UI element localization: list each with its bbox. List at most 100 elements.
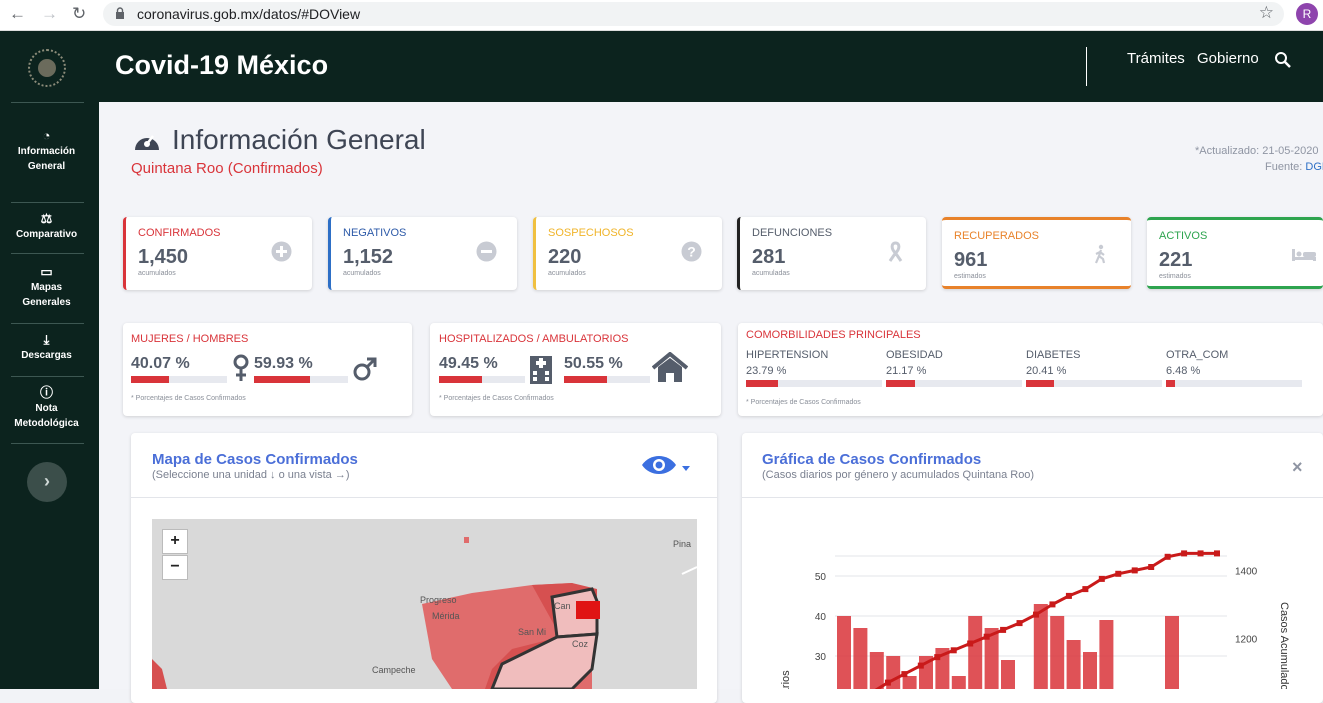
line-point bbox=[1049, 601, 1056, 608]
lock-icon bbox=[116, 7, 124, 19]
comorbidity-name: OBESIDAD bbox=[886, 349, 943, 361]
header-divider bbox=[1086, 47, 1087, 86]
male-icon bbox=[353, 357, 377, 381]
zoom-out-button[interactable]: − bbox=[162, 555, 188, 580]
mexico-seal-logo bbox=[28, 49, 66, 87]
chart-card-subtitle: (Casos diarios por género y acumulados Q… bbox=[762, 469, 1035, 481]
card-header-divider bbox=[742, 497, 1323, 498]
comorbidity-name: DIABETES bbox=[1026, 349, 1081, 361]
sidebar-item-informacion-general[interactable]: ◔ Información General bbox=[10, 129, 83, 174]
bar bbox=[968, 616, 983, 689]
bookmark-star-icon[interactable]: ☆ bbox=[1259, 3, 1274, 23]
address-bar[interactable]: coronavirus.gob.mx/datos/#DOView ☆ bbox=[103, 2, 1284, 26]
men-pct: 59.93 % bbox=[254, 355, 313, 372]
stat-caption: acumuladas bbox=[752, 270, 790, 277]
line-point bbox=[1164, 553, 1171, 560]
reload-icon[interactable]: ↻ bbox=[72, 4, 86, 24]
source-link[interactable]: DGE bbox=[1305, 161, 1323, 173]
comorbidity-bar bbox=[746, 380, 882, 387]
stat-caption: acumulados bbox=[343, 270, 381, 277]
bar bbox=[1066, 640, 1081, 689]
women-bar bbox=[131, 376, 227, 383]
gender-title: MUJERES / HOMBRES bbox=[131, 333, 249, 345]
chart-card-title: Gráfica de Casos Confirmados bbox=[762, 451, 982, 468]
svg-text:?: ? bbox=[687, 244, 696, 260]
map-view[interactable]: + − Progreso Mérida San Mi Campeche Can … bbox=[152, 519, 697, 689]
stat-value: 281 bbox=[752, 246, 786, 268]
y2-axis-label: Casos Acumulados bbox=[1278, 602, 1290, 689]
women-pct: 40.07 % bbox=[131, 355, 190, 372]
map-card-subtitle: (Seleccione una unidad ↓ o una vista →) bbox=[152, 469, 350, 481]
sidebar-item-descargas[interactable]: ⤓ Descargas bbox=[10, 333, 83, 363]
page-subtitle: Quintana Roo (Confirmados) bbox=[131, 160, 323, 177]
stat-caption: estimados bbox=[1159, 273, 1191, 280]
y-axis-label: Casos diarios bbox=[780, 670, 792, 689]
url-text: coronavirus.gob.mx/datos/#DOView bbox=[137, 6, 361, 22]
search-icon[interactable] bbox=[1274, 51, 1292, 69]
stat-label: ACTIVOS bbox=[1159, 230, 1208, 242]
line-point bbox=[1098, 575, 1105, 582]
stat-card-recuperados: RECUPERADOS 961 estimados bbox=[942, 217, 1131, 289]
line-point bbox=[1181, 550, 1188, 557]
comorbidity-pct: 20.41 % bbox=[1026, 365, 1067, 377]
sidebar-item-label: Mapas Generales bbox=[22, 282, 71, 308]
stat-caption: acumulados bbox=[548, 270, 586, 277]
stat-value: 961 bbox=[954, 249, 988, 271]
sidebar-item-nota-metodologica[interactable]: ⓘ Nota Metodológica bbox=[10, 386, 83, 431]
back-icon[interactable]: ← bbox=[9, 4, 26, 24]
comorbidities-title: COMORBILIDADES PRINCIPALES bbox=[746, 329, 921, 341]
ambulatory-bar bbox=[564, 376, 650, 383]
comorbidity-bar-fill bbox=[1026, 380, 1054, 387]
ambulatory-pct: 50.55 % bbox=[564, 355, 623, 372]
stat-card-activos: ACTIVOS 221 estimados bbox=[1147, 217, 1323, 289]
zoom-in-button[interactable]: + bbox=[162, 529, 188, 554]
comorbidity-bar-fill bbox=[746, 380, 779, 387]
hospital-title: HOSPITALIZADOS / AMBULATORIOS bbox=[439, 333, 629, 345]
sidebar-item-mapas-generales[interactable]: ▭ Mapas Generales bbox=[10, 265, 83, 310]
nav-gobierno[interactable]: Gobierno bbox=[1197, 50, 1259, 67]
browser-toolbar: ← → ↻ coronavirus.gob.mx/datos/#DOView ☆… bbox=[0, 0, 1323, 31]
map-card-title: Mapa de Casos Confirmados bbox=[152, 451, 358, 468]
bar bbox=[1050, 616, 1065, 689]
map-label: Mérida bbox=[432, 611, 460, 621]
nav-tramites[interactable]: Trámites bbox=[1127, 50, 1185, 67]
eye-icon[interactable] bbox=[640, 452, 692, 478]
site-title: Covid-19 México bbox=[115, 50, 329, 80]
hospital-footnote: * Porcentajes de Casos Confirmados bbox=[439, 395, 554, 402]
map-label: Campeche bbox=[372, 665, 416, 675]
bar bbox=[1083, 652, 1097, 689]
card-header-divider bbox=[131, 497, 717, 498]
bar bbox=[951, 676, 966, 689]
y-tick-label: 40 bbox=[815, 612, 827, 623]
stat-value: 1,152 bbox=[343, 246, 394, 268]
comorbidity-bar-fill bbox=[886, 380, 915, 387]
sidebar-item-comparativo[interactable]: ⚖ Comparativo bbox=[10, 212, 83, 242]
page-title: Información General bbox=[172, 124, 426, 155]
comorbidity-bar-fill bbox=[1166, 380, 1175, 387]
stat-card-confirmados: CONFIRMADOS 1,450 acumulados bbox=[123, 217, 312, 290]
line-point bbox=[967, 640, 974, 647]
close-chart-button[interactable]: × bbox=[1292, 457, 1303, 478]
comorbidity-pct: 23.79 % bbox=[746, 365, 787, 377]
bar bbox=[1165, 616, 1179, 689]
home-icon bbox=[652, 352, 688, 382]
line-point bbox=[1115, 570, 1122, 577]
ambulatory-bar-fill bbox=[564, 376, 608, 383]
stat-caption: acumulados bbox=[138, 270, 176, 277]
profile-avatar[interactable]: R bbox=[1296, 3, 1318, 25]
men-bar-fill bbox=[254, 376, 311, 383]
y-tick-label: 30 bbox=[815, 652, 827, 663]
stat-label: SOSPECHOSOS bbox=[548, 227, 634, 239]
hospital-panel: HOSPITALIZADOS / AMBULATORIOS 49.45 % 50… bbox=[430, 323, 721, 416]
line-point bbox=[950, 647, 957, 654]
line-point bbox=[1131, 567, 1138, 574]
forward-icon[interactable]: → bbox=[41, 4, 58, 24]
line-point bbox=[1033, 611, 1039, 618]
cases-chart: 30 40 50 1200 1400 Casos diarios Casos Acumula… bbox=[780, 550, 1290, 689]
sidebar-expand-button[interactable]: › bbox=[27, 462, 67, 502]
minus-circle-icon bbox=[476, 241, 497, 262]
gauge-icon bbox=[135, 135, 159, 150]
hospitalized-bar-fill bbox=[439, 376, 482, 383]
line-point bbox=[901, 671, 908, 678]
stat-card-sospechosos: SOSPECHOSOS 220 acumulados ? bbox=[533, 217, 722, 290]
